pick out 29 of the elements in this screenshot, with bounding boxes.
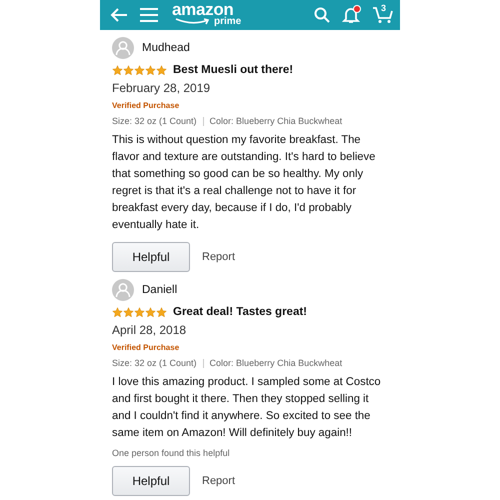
- verified-purchase-label: Verified Purchase: [112, 101, 180, 110]
- report-link[interactable]: Report: [202, 475, 236, 487]
- review-text: This is without question my favorite breakfast. The flavor and texture are outstanding. It's hard to believe that something so good can be so healthy. My only regret is that it's a real challenge not to have it for breakfast every day, because if I do, I'd probably eventually hate it.: [112, 133, 376, 233]
- review-date: February 28, 2019: [112, 81, 212, 95]
- review-title: Great deal! Tastes great!: [173, 306, 308, 318]
- cart-icon[interactable]: [372, 6, 394, 24]
- smile-arrow-icon: [175, 18, 211, 25]
- logo-subtext: prime: [214, 17, 242, 27]
- helpful-button[interactable]: Helpful: [112, 242, 190, 272]
- size-label: Size: 32 oz (1 Count): [112, 116, 197, 126]
- back-arrow-icon[interactable]: [110, 7, 128, 23]
- color-label: Color: Blueberry Chia Buckwheat: [210, 116, 342, 126]
- helpful-button[interactable]: Helpful: [112, 466, 190, 496]
- review-date: April 28, 2018: [112, 323, 188, 337]
- reviewer-name: Daniell: [142, 284, 178, 296]
- search-icon[interactable]: [314, 7, 330, 23]
- report-link[interactable]: Report: [202, 251, 236, 263]
- verified-purchase-label: Verified Purchase: [112, 343, 180, 352]
- cart-count: 3: [381, 3, 386, 13]
- bell-icon[interactable]: [342, 6, 360, 24]
- review-title: Best Muesli out there!: [173, 64, 294, 76]
- size-label: Size: 32 oz (1 Count): [112, 358, 197, 368]
- helpful-count: One person found this helpful: [112, 448, 231, 458]
- color-label: Color: Blueberry Chia Buckwheat: [210, 358, 342, 368]
- reviewer-name: Mudhead: [142, 42, 190, 54]
- avatar-icon: [112, 279, 134, 301]
- review-text: I love this amazing product. I sampled some at Costco and first bought it there. Then they stopped selling it and I couldn't find it anywhere. So excited to see the same item on Amazon! Will definitely buy again!!: [112, 375, 382, 441]
- avatar-icon: [112, 37, 134, 59]
- menu-icon[interactable]: [140, 8, 158, 22]
